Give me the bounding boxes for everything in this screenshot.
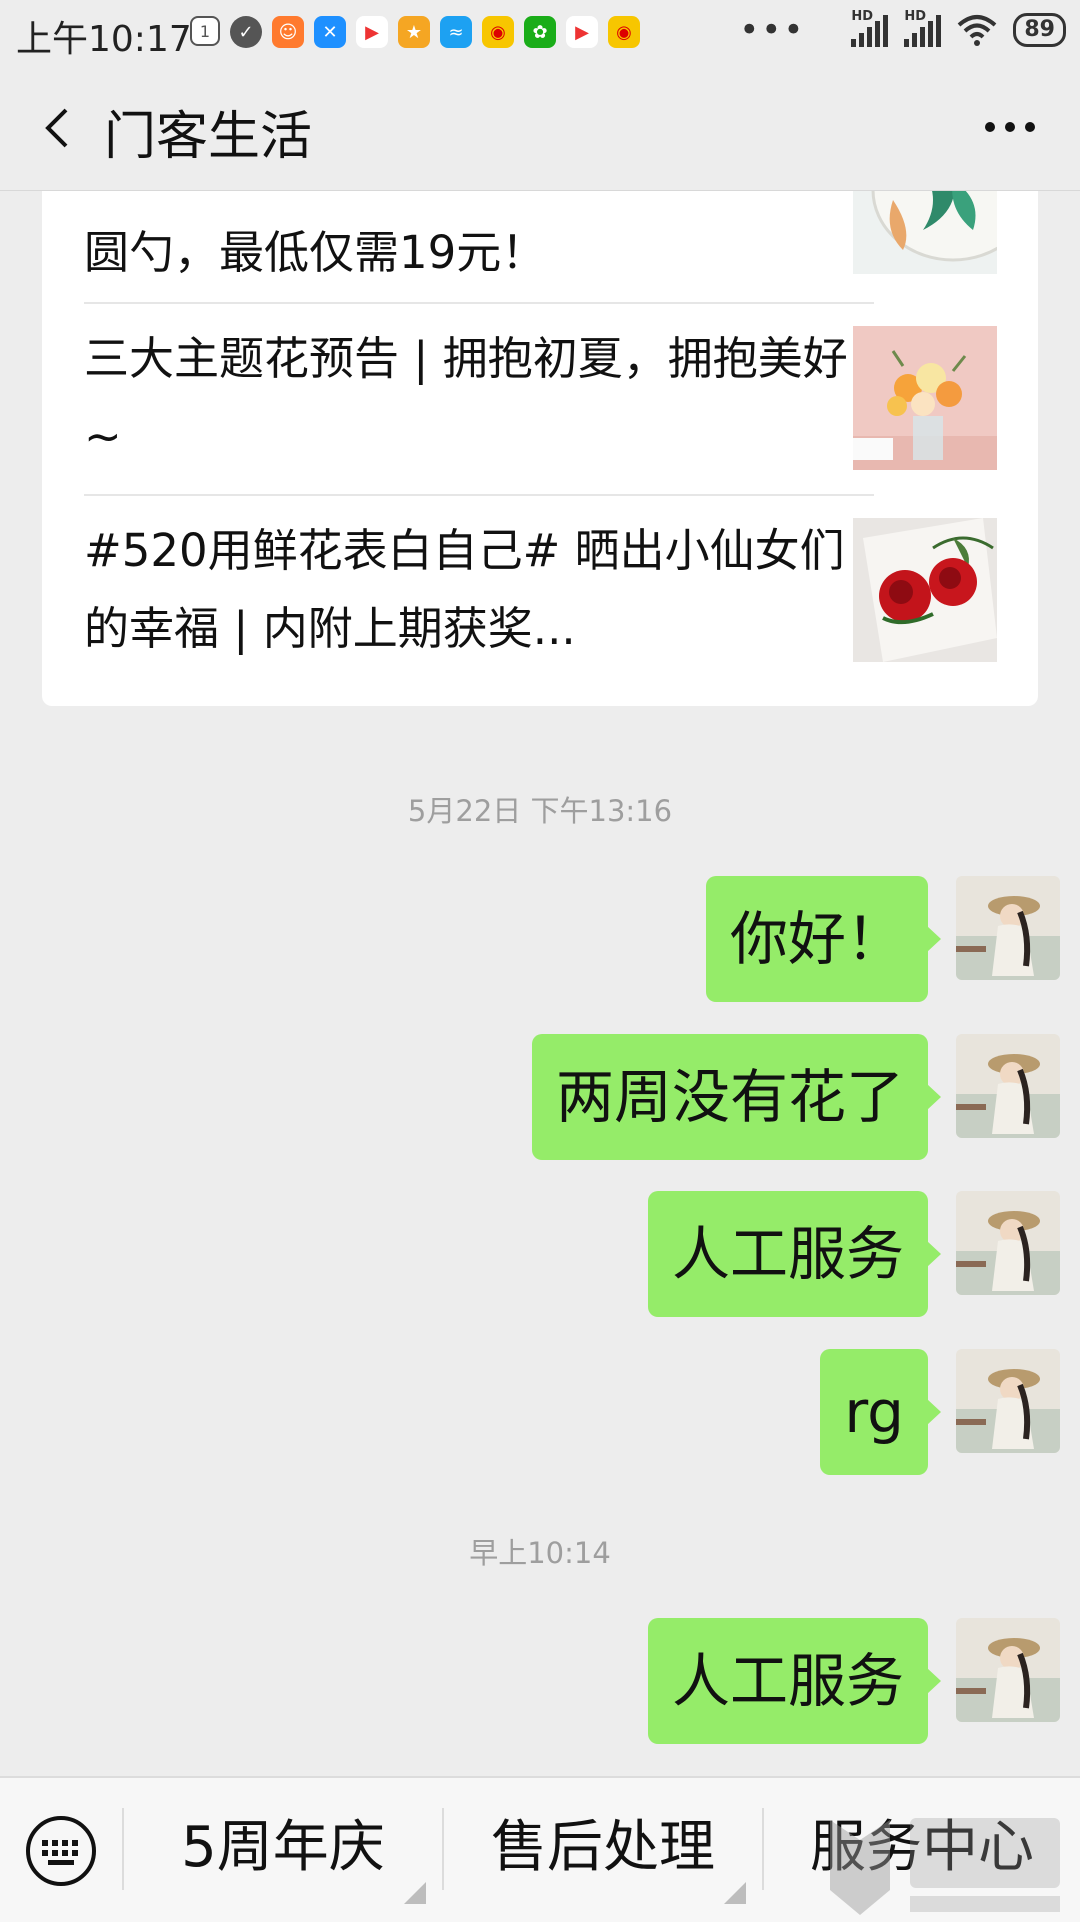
more-notifications-icon: ••• <box>739 10 806 50</box>
play-store-icon: ▶ <box>356 16 388 48</box>
message-bubble[interactable]: 两周没有花了 <box>531 1034 942 1160</box>
status-bar: 上午10:17 1 ✓ ☺ ✕ ▶ ★ ≈ ◉ ✿ ▶ ◉ ••• HD HD … <box>0 0 1080 68</box>
menu-item-anniversary[interactable]: 5周年庆 <box>124 1778 442 1922</box>
article-thumbnail[interactable] <box>853 518 997 662</box>
play-store-icon: ▶ <box>566 16 598 48</box>
timestamp: 5月22日 下午13:16 <box>407 794 673 828</box>
app-icon: ✿ <box>524 16 556 48</box>
menu-item-label: 5周年庆 <box>181 1815 385 1880</box>
app-icon: ✕ <box>314 16 346 48</box>
weibo-icon: ◉ <box>482 16 514 48</box>
uc-browser-icon: ☺ <box>272 16 304 48</box>
divider <box>84 494 874 496</box>
divider <box>84 302 874 304</box>
battery-indicator: 89 <box>1013 13 1066 47</box>
wifi-icon <box>958 15 997 46</box>
submenu-indicator-icon <box>724 1882 746 1904</box>
user-avatar[interactable] <box>956 1349 1060 1453</box>
article-thumbnail[interactable] <box>853 326 997 470</box>
message-bubble[interactable]: rg <box>820 1349 941 1475</box>
article-card: 圆勺，最低仅需19元！ 三大主题花预告 | 拥抱初夏，拥抱美好~ #520用鲜花… <box>42 150 1038 706</box>
chevron-left-icon <box>45 108 68 148</box>
article-item[interactable]: 圆勺，最低仅需19元！ <box>84 214 874 292</box>
user-avatar[interactable] <box>956 1034 1060 1138</box>
article-item[interactable]: #520用鲜花表白自己# 晒出小仙女们的幸福 | 内附上期获奖... <box>84 512 874 668</box>
menu-item-label: 售后处理 <box>491 1815 715 1880</box>
message-bubble[interactable]: 人工服务 <box>647 1618 942 1744</box>
back-button[interactable] <box>30 98 90 158</box>
status-right: ••• HD HD 89 <box>739 9 1066 50</box>
signal-icon: HD <box>851 9 889 47</box>
app-icon: ≈ <box>440 16 472 48</box>
title-bar: 门客生活 <box>0 68 1080 191</box>
timestamp: 早上10:14 <box>469 1536 611 1570</box>
article-item[interactable]: 三大主题花预告 | 拥抱初夏，拥抱美好~ <box>84 320 874 476</box>
check-icon: ✓ <box>230 16 262 48</box>
page-title: 门客生活 <box>104 107 313 167</box>
signal-icon: HD <box>904 9 942 47</box>
keyboard-toggle-button[interactable] <box>24 1814 98 1888</box>
message-bubble[interactable]: 你好！ <box>705 876 942 1002</box>
message-bubble[interactable]: 人工服务 <box>647 1191 942 1317</box>
calendar-icon: 1 <box>190 16 220 46</box>
submenu-indicator-icon <box>404 1882 426 1904</box>
user-avatar[interactable] <box>956 1618 1060 1722</box>
weibo-icon: ◉ <box>608 16 640 48</box>
status-time: 上午10:17 <box>16 19 192 60</box>
user-avatar[interactable] <box>956 876 1060 980</box>
app-icon: ★ <box>398 16 430 48</box>
notification-icons: 1 ✓ ☺ ✕ ▶ ★ ≈ ◉ ✿ ▶ ◉ <box>190 16 640 48</box>
more-icon <box>985 122 1035 132</box>
user-avatar[interactable] <box>956 1191 1060 1295</box>
menu-item-after-sales[interactable]: 售后处理 <box>444 1778 762 1922</box>
black-cat-watermark-logo <box>830 1818 1060 1915</box>
more-options-button[interactable] <box>980 102 1040 152</box>
keyboard-icon <box>26 1816 96 1886</box>
